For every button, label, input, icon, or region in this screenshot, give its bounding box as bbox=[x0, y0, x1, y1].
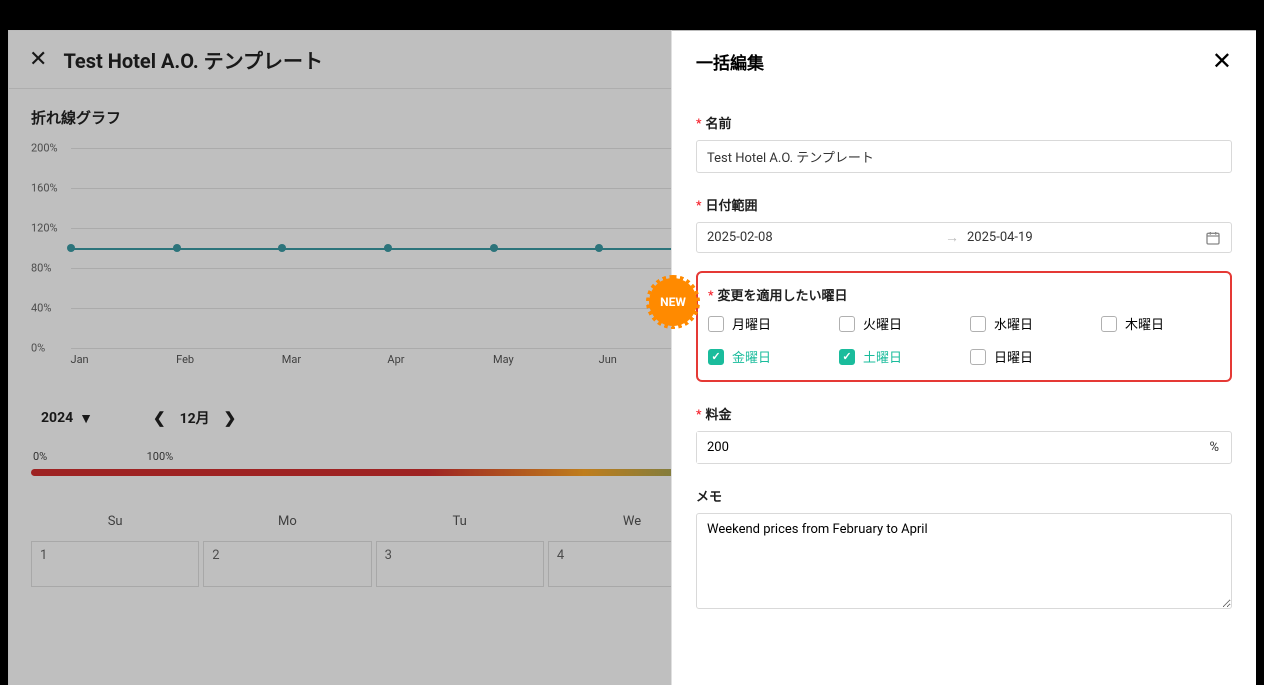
checkbox-icon bbox=[970, 316, 986, 332]
checkbox-icon bbox=[839, 316, 855, 332]
date-end-input[interactable] bbox=[967, 230, 1197, 245]
new-badge: NEW bbox=[649, 278, 697, 326]
day-label: 水曜日 bbox=[994, 314, 1033, 333]
day-checkbox-5[interactable]: 土曜日 bbox=[839, 347, 958, 366]
drawer-title: 一括編集 bbox=[696, 49, 764, 74]
drawer-close-icon[interactable]: ✕ bbox=[1212, 47, 1232, 75]
day-checkbox-4[interactable]: 金曜日 bbox=[708, 347, 827, 366]
name-input[interactable] bbox=[696, 140, 1232, 173]
date-range-label: 日付範囲 bbox=[705, 195, 757, 214]
checkbox-icon bbox=[1101, 316, 1117, 332]
day-checkbox-1[interactable]: 火曜日 bbox=[839, 314, 958, 333]
day-checkbox-6[interactable]: 日曜日 bbox=[970, 347, 1089, 366]
day-label: 火曜日 bbox=[863, 314, 902, 333]
day-label: 日曜日 bbox=[994, 347, 1033, 366]
day-label: 木曜日 bbox=[1125, 314, 1164, 333]
checkbox-icon bbox=[708, 316, 724, 332]
day-checkbox-2[interactable]: 水曜日 bbox=[970, 314, 1089, 333]
date-range-picker[interactable]: → bbox=[696, 222, 1232, 253]
checkbox-icon bbox=[708, 349, 724, 365]
memo-label: メモ bbox=[696, 486, 722, 505]
day-label: 土曜日 bbox=[863, 347, 902, 366]
memo-textarea[interactable] bbox=[696, 513, 1232, 609]
date-start-input[interactable] bbox=[707, 230, 937, 245]
checkbox-icon bbox=[839, 349, 855, 365]
checkbox-icon bbox=[970, 349, 986, 365]
arrow-right-icon: → bbox=[945, 229, 959, 246]
day-label: 金曜日 bbox=[732, 347, 771, 366]
name-field-label: 名前 bbox=[705, 113, 731, 132]
day-checkbox-0[interactable]: 月曜日 bbox=[708, 314, 827, 333]
rate-unit: % bbox=[1197, 440, 1231, 455]
day-label: 月曜日 bbox=[732, 314, 771, 333]
rate-input[interactable] bbox=[697, 432, 1197, 463]
rate-label: 料金 bbox=[705, 404, 731, 423]
days-label: 変更を適用したい曜日 bbox=[717, 285, 847, 304]
calendar-icon bbox=[1205, 230, 1221, 246]
day-checkbox-3[interactable]: 木曜日 bbox=[1101, 314, 1220, 333]
bulk-edit-drawer: 一括編集 ✕ *名前 *日付範囲 → *変更を適用したい曜日 月曜日火曜日水曜日… bbox=[671, 30, 1256, 685]
days-of-week-box: *変更を適用したい曜日 月曜日火曜日水曜日木曜日金曜日土曜日日曜日 bbox=[696, 271, 1232, 382]
